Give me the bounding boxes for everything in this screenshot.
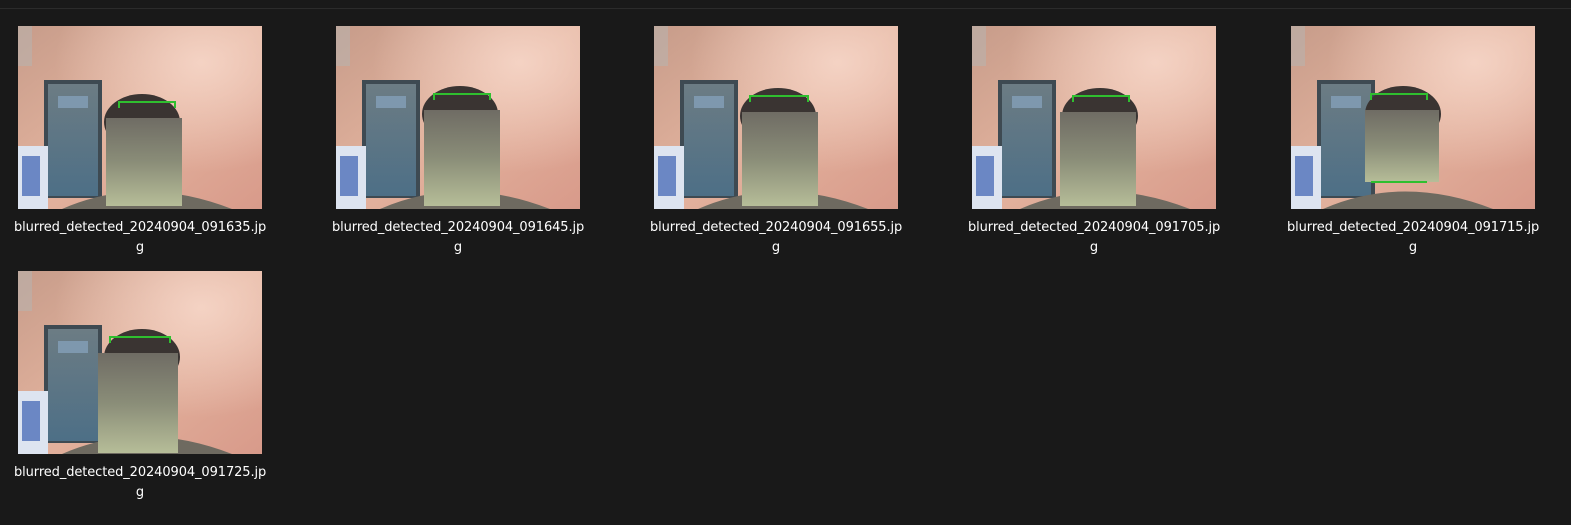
image-thumbnail[interactable]	[18, 271, 262, 454]
file-name: blurred_detected_20240904_091725.jp g	[14, 465, 267, 500]
image-thumbnail[interactable]	[972, 26, 1216, 209]
image-thumbnail[interactable]	[18, 26, 262, 209]
file-item[interactable]: blurred_detected_20240904_091635.jp g	[14, 26, 278, 266]
file-name: blurred_detected_20240904_091645.jp g	[332, 220, 585, 255]
image-thumbnail[interactable]	[654, 26, 898, 209]
image-thumbnail[interactable]	[336, 26, 580, 209]
file-name: blurred_detected_20240904_091705.jp g	[968, 220, 1221, 255]
file-item[interactable]: blurred_detected_20240904_091725.jp g	[14, 271, 278, 511]
image-thumbnail[interactable]	[1291, 26, 1535, 209]
file-item[interactable]: blurred_detected_20240904_091705.jp g	[968, 26, 1232, 266]
file-name: blurred_detected_20240904_091715.jp g	[1287, 220, 1540, 255]
top-divider	[0, 8, 1571, 9]
file-name: blurred_detected_20240904_091655.jp g	[650, 220, 903, 255]
file-name: blurred_detected_20240904_091635.jp g	[14, 220, 267, 255]
file-item[interactable]: blurred_detected_20240904_091715.jp g	[1287, 26, 1551, 266]
file-item[interactable]: blurred_detected_20240904_091645.jp g	[332, 26, 596, 266]
file-item[interactable]: blurred_detected_20240904_091655.jp g	[650, 26, 914, 266]
